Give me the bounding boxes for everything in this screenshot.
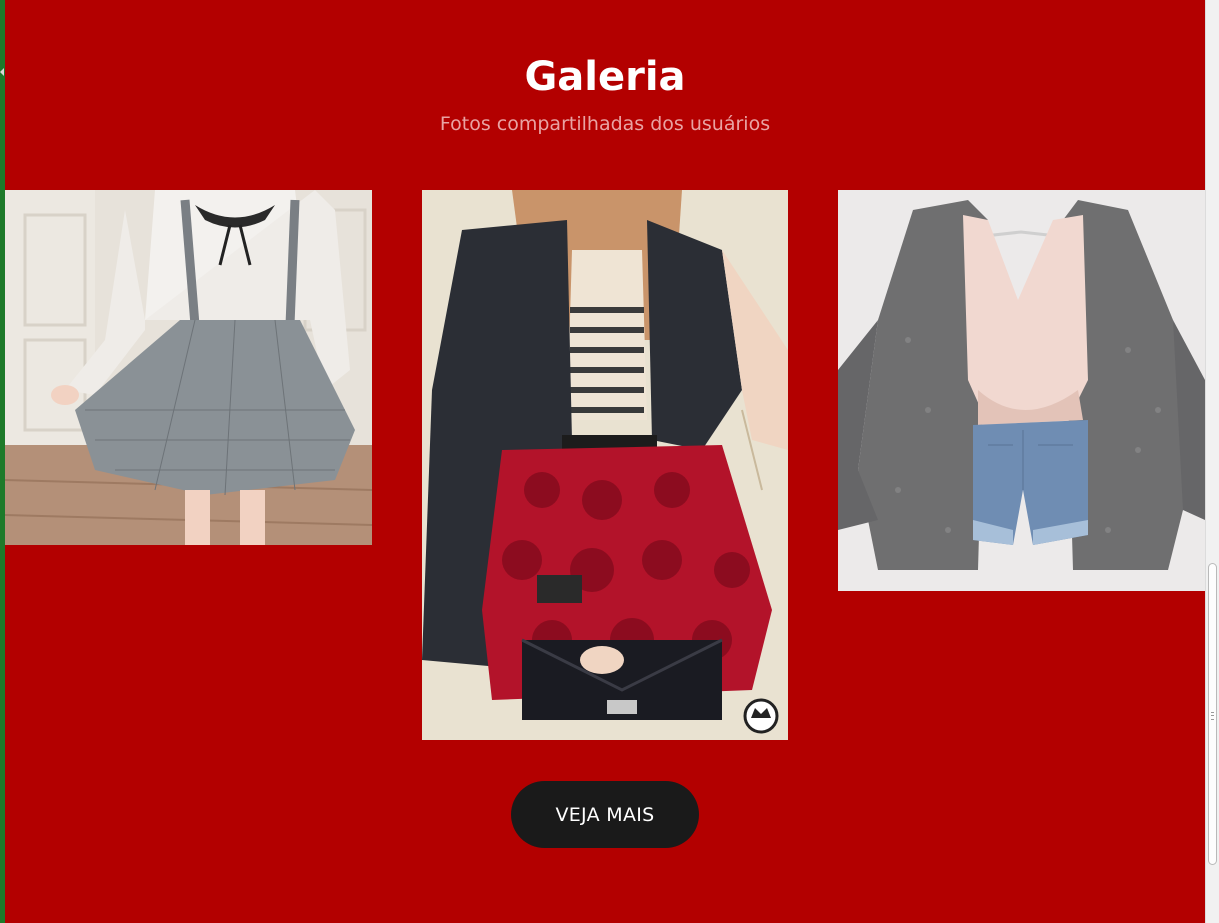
gallery-section: Galeria Fotos compartilhadas dos usuário… xyxy=(5,0,1205,923)
collapse-arrow-icon[interactable] xyxy=(0,68,4,76)
page-scrollbar[interactable] xyxy=(1205,0,1219,923)
cardigan-outfit-image xyxy=(838,190,1205,591)
gallery-photo-3[interactable] xyxy=(838,190,1205,591)
scrollbar-thumb[interactable] xyxy=(1208,563,1217,865)
gallery-subtitle: Fotos compartilhadas dos usuários xyxy=(439,113,771,135)
view-more-button[interactable]: VEJA MAIS xyxy=(511,781,699,848)
gallery-photo-1[interactable] xyxy=(5,190,372,545)
leather-jacket-outfit-image xyxy=(422,190,788,740)
scrollbar-grip-icon xyxy=(1211,712,1214,720)
plaid-skirt-outfit-image xyxy=(5,190,372,545)
gallery-title: Galeria xyxy=(524,54,686,100)
gallery-photo-2[interactable] xyxy=(422,190,788,740)
